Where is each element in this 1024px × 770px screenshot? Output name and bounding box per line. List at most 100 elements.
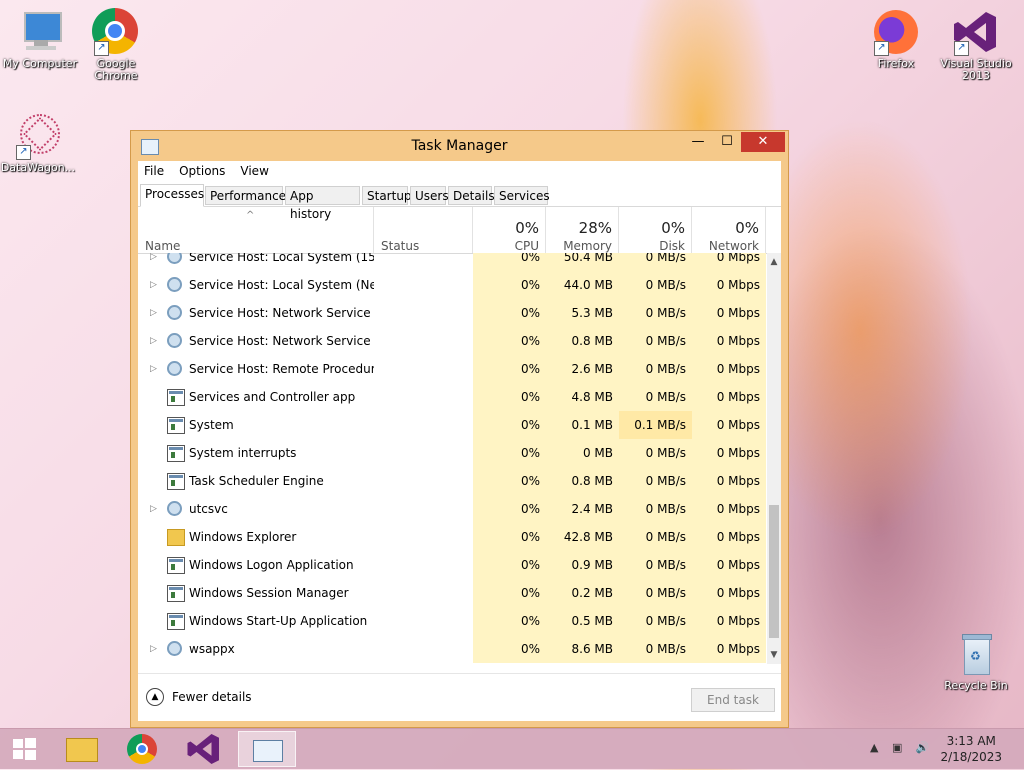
process-memory: 2.4 MB xyxy=(546,495,619,523)
table-row[interactable]: Windows Explorer 0% 42.8 MB 0 MB/s 0 Mbps xyxy=(138,523,766,551)
vertical-scrollbar[interactable]: ▲ ▼ xyxy=(767,253,781,664)
process-network: 0 Mbps xyxy=(692,253,766,271)
process-disk: 0.1 MB/s xyxy=(619,411,692,439)
column-status-label: Status xyxy=(381,239,420,253)
network-icon[interactable]: ▣ xyxy=(892,741,902,754)
expand-arrow-icon[interactable]: ▷ xyxy=(150,495,157,523)
column-name[interactable]: ^ Name xyxy=(138,207,374,253)
scroll-down-arrow-icon[interactable]: ▼ xyxy=(767,648,781,662)
process-cpu: 0% xyxy=(473,355,546,383)
table-row[interactable]: ▷ utcsvc 0% 2.4 MB 0 MB/s 0 Mbps xyxy=(138,495,766,523)
process-network: 0 Mbps xyxy=(692,439,766,467)
process-cpu: 0% xyxy=(473,551,546,579)
process-network: 0 Mbps xyxy=(692,327,766,355)
column-cpu-label: CPU xyxy=(514,239,539,253)
desktop-icon-firefox[interactable]: ↗ Firefox xyxy=(854,8,938,70)
table-row[interactable]: Task Scheduler Engine 0% 0.8 MB 0 MB/s 0 Mbp… xyxy=(138,467,766,495)
window-icon xyxy=(167,445,185,462)
start-button[interactable] xyxy=(2,731,46,767)
table-row[interactable]: ▷ Service Host: Network Service (5) 0% 5.3 … xyxy=(138,299,766,327)
table-row[interactable]: Windows Session Manager 0% 0.2 MB 0 MB/s 0 M… xyxy=(138,579,766,607)
desktop-icon-datawagon[interactable]: ↗ DataWagon... xyxy=(0,112,80,174)
process-network: 0 Mbps xyxy=(692,299,766,327)
show-hidden-icons-arrow-icon[interactable]: ▲ xyxy=(870,741,878,754)
fewer-details-button[interactable]: ▲ Fewer details xyxy=(146,688,252,706)
tab-performance[interactable]: Performance xyxy=(205,186,286,205)
gear-icon xyxy=(167,305,182,320)
gear-icon xyxy=(167,253,182,264)
desktop-icon-visual-studio[interactable]: ↗ Visual Studio 2013 xyxy=(934,8,1018,82)
volume-icon[interactable]: 🔊 xyxy=(916,741,930,754)
expand-arrow-icon[interactable]: ▷ xyxy=(150,635,157,663)
desktop-icon-my-computer[interactable]: My Computer xyxy=(0,8,82,70)
shortcut-arrow-icon: ↗ xyxy=(94,41,109,56)
shortcut-arrow-icon: ↗ xyxy=(954,41,969,56)
gear-icon xyxy=(167,501,182,516)
process-disk: 0 MB/s xyxy=(619,467,692,495)
expand-arrow-icon[interactable]: ▷ xyxy=(150,299,157,327)
tab-services[interactable]: Services xyxy=(494,186,550,205)
table-row[interactable]: ▷ Service Host: Network Service (... 0% 0.8… xyxy=(138,327,766,355)
folder-icon xyxy=(167,529,185,546)
process-name: Windows Start-Up Application xyxy=(189,614,368,628)
process-name: Task Scheduler Engine xyxy=(189,474,324,488)
scroll-up-arrow-icon[interactable]: ▲ xyxy=(767,255,781,269)
table-row[interactable]: ▷ Service Host: Local System (15) 0% 50.4 M… xyxy=(138,253,766,271)
minimize-button[interactable]: — xyxy=(684,132,712,152)
tab-app-history[interactable]: App history xyxy=(285,186,360,221)
process-disk: 0 MB/s xyxy=(619,495,692,523)
tab-details[interactable]: Details xyxy=(448,186,495,205)
process-name: Service Host: Local System (15) xyxy=(189,253,374,264)
taskbar-chrome[interactable] xyxy=(121,731,165,767)
expand-arrow-icon[interactable]: ▷ xyxy=(150,327,157,355)
taskbar-task-manager[interactable] xyxy=(238,731,296,767)
table-row[interactable]: System interrupts 0% 0 MB 0 MB/s 0 Mbps xyxy=(138,439,766,467)
column-header: ^ Name Status 0% CPU 28% Memory 0% Disk … xyxy=(138,207,781,254)
process-disk: 0 MB/s xyxy=(619,579,692,607)
process-network: 0 Mbps xyxy=(692,355,766,383)
process-network: 0 Mbps xyxy=(692,271,766,299)
tab-processes[interactable]: Processes xyxy=(140,184,204,207)
taskbar-file-explorer[interactable] xyxy=(60,731,104,767)
end-task-button[interactable]: End task xyxy=(691,688,775,712)
column-memory[interactable]: 28% Memory xyxy=(546,207,619,253)
table-row[interactable]: ▷ Service Host: Local System (Net... 0% 44.… xyxy=(138,271,766,299)
tab-startup[interactable]: Startup xyxy=(362,186,412,205)
table-row[interactable]: Windows Logon Application 0% 0.9 MB 0 MB/s 0… xyxy=(138,551,766,579)
chevron-up-icon: ▲ xyxy=(146,688,164,706)
table-row[interactable]: ▷ Service Host: Remote Procedure... 0% 2.6 … xyxy=(138,355,766,383)
expand-arrow-icon[interactable]: ▷ xyxy=(150,355,157,383)
scrollbar-thumb[interactable] xyxy=(769,505,779,638)
table-row[interactable]: ▷ wsappx 0% 8.6 MB 0 MB/s 0 Mbps xyxy=(138,635,766,663)
menu-options[interactable]: Options xyxy=(179,164,225,178)
process-memory: 5.3 MB xyxy=(546,299,619,327)
process-memory: 0.8 MB xyxy=(546,327,619,355)
table-row[interactable]: Windows Start-Up Application 0% 0.5 MB 0 MB… xyxy=(138,607,766,635)
column-disk[interactable]: 0% Disk xyxy=(619,207,692,253)
process-network: 0 Mbps xyxy=(692,579,766,607)
desktop-icon-recycle-bin[interactable]: ♻ Recycle Bin xyxy=(934,630,1018,692)
close-button[interactable]: ✕ xyxy=(741,132,785,152)
window-icon xyxy=(167,613,185,630)
menu-file[interactable]: File xyxy=(144,164,164,178)
column-memory-label: Memory xyxy=(563,239,612,253)
column-network[interactable]: 0% Network xyxy=(692,207,766,253)
task-manager-icon xyxy=(253,740,283,762)
expand-arrow-icon[interactable]: ▷ xyxy=(150,253,157,271)
process-cpu: 0% xyxy=(473,411,546,439)
process-network: 0 Mbps xyxy=(692,411,766,439)
clock[interactable]: 3:13 AM 2/18/2023 xyxy=(940,733,1002,765)
column-status[interactable]: Status xyxy=(374,207,473,253)
expand-arrow-icon[interactable]: ▷ xyxy=(150,271,157,299)
memory-percent: 28% xyxy=(578,219,612,237)
table-row[interactable]: System 0% 0.1 MB 0.1 MB/s 0 Mbps xyxy=(138,411,766,439)
tab-users[interactable]: Users xyxy=(410,186,449,205)
gear-icon xyxy=(167,333,182,348)
menu-view[interactable]: View xyxy=(240,164,268,178)
column-cpu[interactable]: 0% CPU xyxy=(473,207,546,253)
taskbar-visual-studio[interactable] xyxy=(182,731,226,767)
maximize-button[interactable]: ☐ xyxy=(713,132,741,152)
title-bar[interactable]: Task Manager — ☐ ✕ xyxy=(131,131,788,161)
table-row[interactable]: Services and Controller app 0% 4.8 MB 0 MB/… xyxy=(138,383,766,411)
desktop-icon-google-chrome[interactable]: ↗ Google Chrome xyxy=(74,8,158,82)
